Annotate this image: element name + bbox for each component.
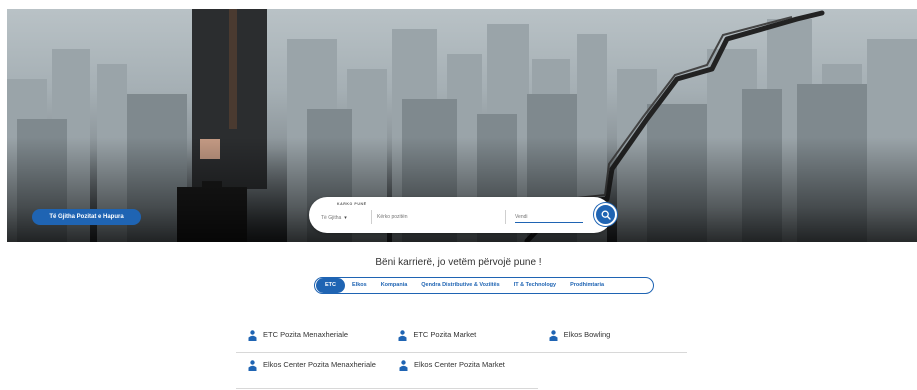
search-divider bbox=[371, 210, 372, 224]
company-tabs: ETC Elkos Kompania Qendra Distributive &… bbox=[314, 277, 654, 294]
search-caption: KARKO PUNË bbox=[337, 202, 367, 206]
tab-distribution-center[interactable]: Qendra Distributive & Voziitës bbox=[414, 278, 506, 293]
position-item[interactable]: Elkos Center Pozita Menaxheriale bbox=[236, 353, 387, 388]
tab-etc[interactable]: ETC bbox=[316, 278, 345, 293]
person-icon bbox=[248, 360, 257, 371]
location-input[interactable] bbox=[515, 212, 583, 223]
careers-page: Të Gjitha Pozitat e Hapura KARKO PUNË Të… bbox=[0, 0, 917, 390]
position-label: Elkos Center Pozita Menaxheriale bbox=[263, 360, 376, 369]
job-search-box: KARKO PUNË Të Gjitha ▾ bbox=[309, 197, 617, 233]
tab-elkos[interactable]: Elkos bbox=[345, 278, 374, 293]
tab-prodhimtaria[interactable]: Prodhimtaria bbox=[563, 278, 611, 293]
hero-banner: Të Gjitha Pozitat e Hapura KARKO PUNË Të… bbox=[7, 9, 917, 242]
category-select[interactable]: Të Gjitha ▾ bbox=[319, 212, 367, 223]
tagline: Bëni karrierë, jo vetëm përvojë pune ! bbox=[375, 257, 542, 268]
position-label: Elkos Center Pozita Market bbox=[414, 360, 505, 369]
position-label: ETC Pozita Menaxheriale bbox=[263, 330, 349, 339]
category-value: Të Gjitha bbox=[321, 214, 342, 221]
position-item[interactable]: ETC Pozita Market bbox=[386, 323, 536, 352]
position-label: Elkos Bowling bbox=[563, 330, 611, 339]
chevron-down-icon: ▾ bbox=[344, 214, 347, 221]
all-open-positions-button[interactable]: Të Gjitha Pozitat e Hapura bbox=[32, 209, 141, 225]
person-icon bbox=[549, 330, 558, 341]
job-search-input[interactable] bbox=[377, 212, 497, 222]
positions-row: ETC Pozita Menaxheriale ETC Pozita Marke… bbox=[236, 323, 687, 353]
person-icon bbox=[399, 360, 408, 371]
search-icon bbox=[601, 210, 611, 220]
tab-it-technology[interactable]: IT & Technology bbox=[507, 278, 563, 293]
positions-grid: ETC Pozita Menaxheriale ETC Pozita Marke… bbox=[236, 323, 687, 389]
person-icon bbox=[398, 330, 407, 341]
tab-kompania[interactable]: Kompania bbox=[374, 278, 415, 293]
position-item[interactable]: Elkos Center Pozita Market bbox=[387, 353, 538, 388]
position-label: ETC Pozita Market bbox=[413, 330, 477, 339]
position-item[interactable]: Elkos Bowling bbox=[537, 323, 687, 352]
positions-row: Elkos Center Pozita Menaxheriale Elkos C… bbox=[236, 353, 538, 389]
person-icon bbox=[248, 330, 257, 341]
search-button[interactable] bbox=[594, 203, 617, 226]
position-item[interactable]: ETC Pozita Menaxheriale bbox=[236, 323, 386, 352]
search-divider bbox=[505, 210, 506, 224]
